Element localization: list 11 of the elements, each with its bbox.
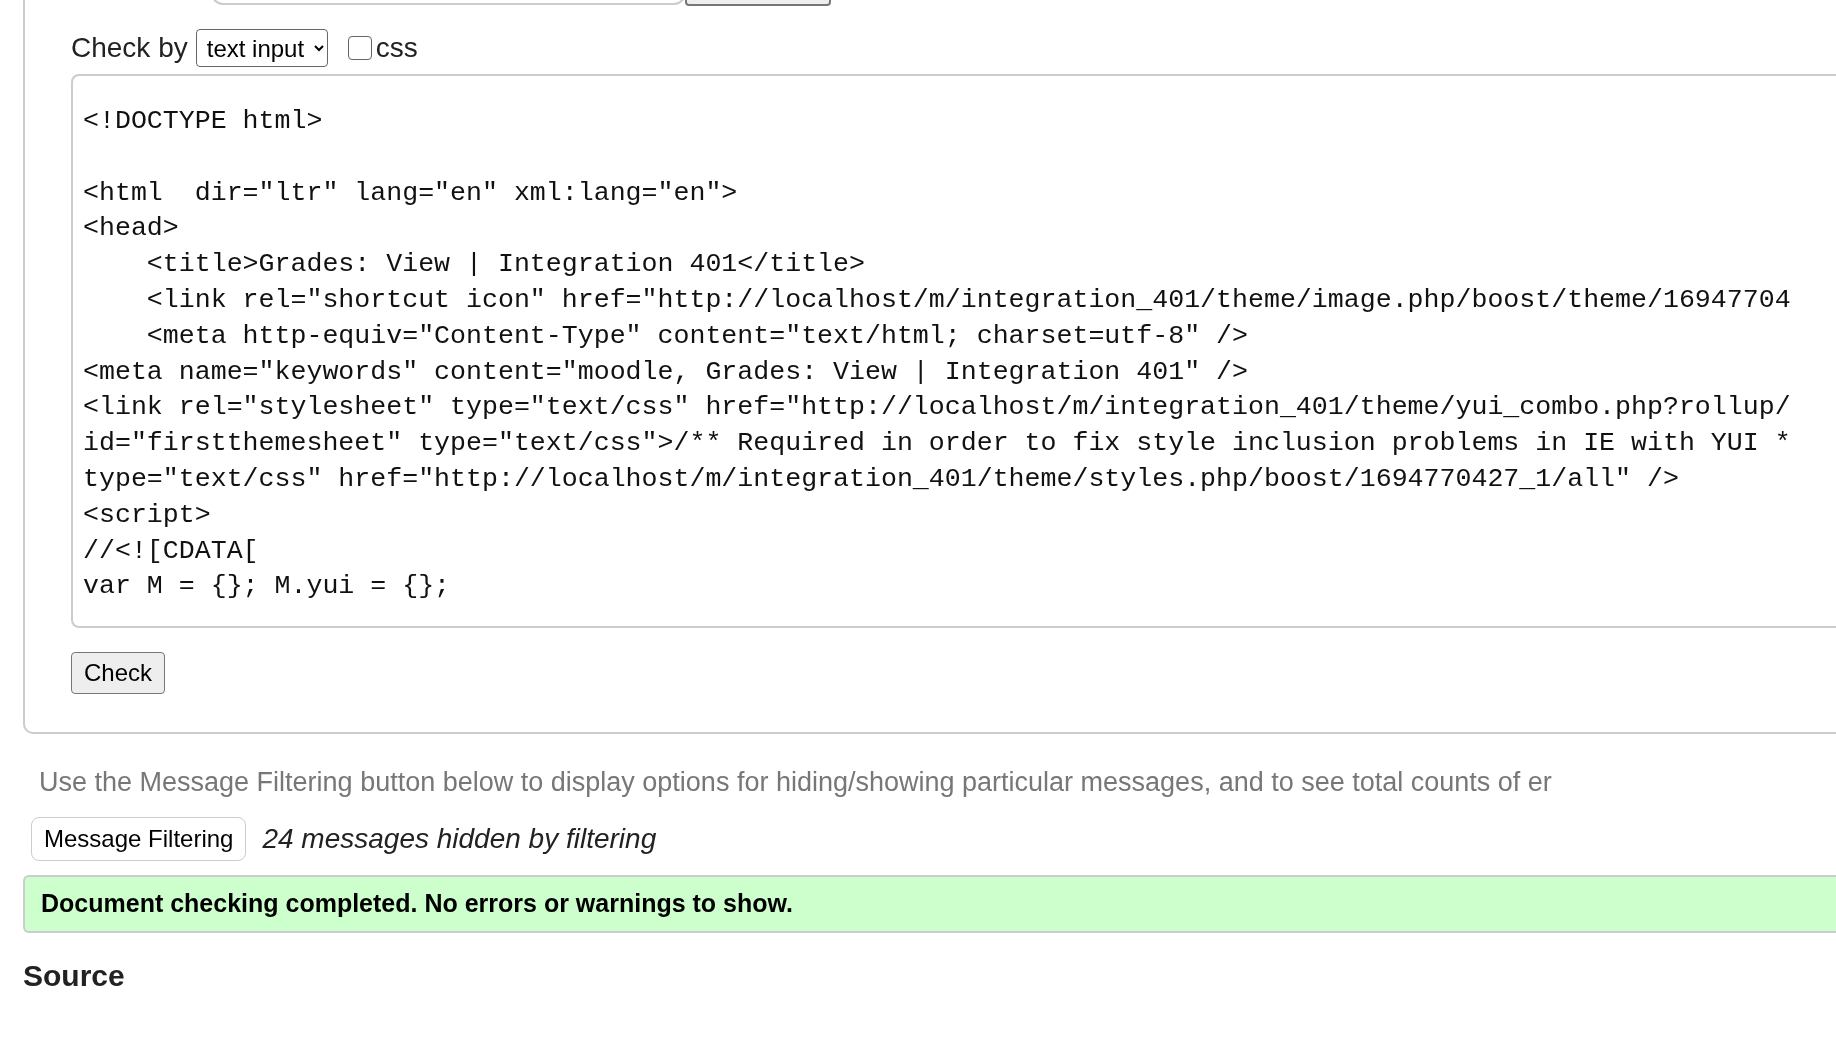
source-heading: Source	[23, 957, 126, 994]
css-label: css	[375, 31, 418, 65]
filter-hint-text: Use the Message Filtering button below to display options for hiding/showing particular messages, and to see total counts of er	[39, 766, 1553, 799]
hidden-count-text: 24 messages hidden by filtering	[262, 821, 657, 856]
message-filtering-button[interactable]: Message Filtering	[31, 816, 247, 861]
check-by-select[interactable]: text input	[195, 29, 328, 67]
result-message: Document checking completed. No errors or warnings to show.	[41, 887, 793, 919]
check-by-label: Check by	[71, 31, 188, 65]
css-checkbox[interactable]	[347, 36, 372, 60]
check-button[interactable]: Check	[71, 652, 166, 694]
source-textarea[interactable]: <!DOCTYPE html> <html dir="ltr" lang="en" xml:lang="en"> <head> <title>Grades: View | Integration 401</title> <link rel="shortcut icon" href="http://localhost/m/integration_401/theme/image.php/boost/theme/16947704 <meta http-equiv="Content-Type" content="text/html; charset=utf-8" /> <meta name="keywords" content="moodle, Grades: View | Integration 401" /> <link rel="stylesheet" type="text/css" href="http://localhost/m/integration_401/theme/yui_combo.php?rollup/ id="firstthemesheet" type="text/css">/** Required in order to fix style inclusion problems in IE with YUI * type="text/css" href="http://localhost/m/integration_401/theme/styles.php/boost/1694770427_1/all" /> <script> //<![CDATA[ var M = {}; M.yui = {};	[71, 74, 1836, 628]
